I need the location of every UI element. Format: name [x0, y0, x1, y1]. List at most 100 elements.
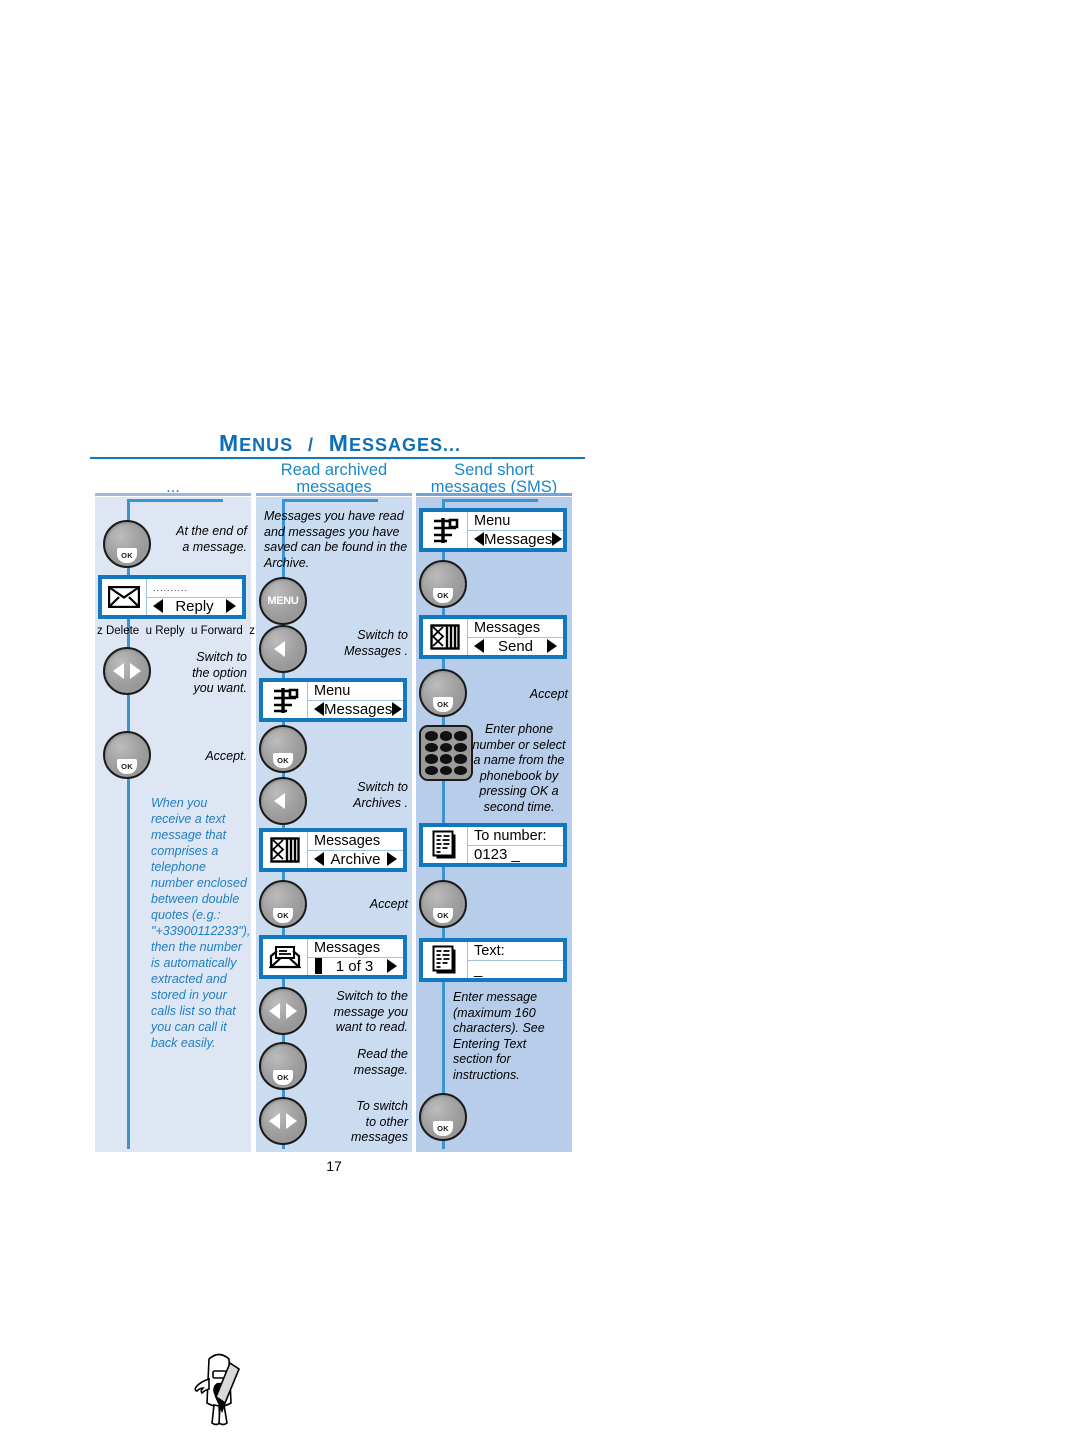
screen-text[interactable]: Text: _ [419, 938, 567, 982]
screen-body: Messages Archive [308, 832, 403, 868]
screen-text-label: Text: [468, 942, 563, 961]
right-arrow-icon [387, 959, 397, 974]
title-word-menus-rest: ENUS [239, 435, 294, 455]
note-accept: Accept [369, 897, 408, 911]
keypad-key [425, 742, 438, 752]
flow-elbow [282, 499, 378, 502]
column-top-rule [416, 493, 572, 496]
screen-menu-line2: Messages [308, 701, 403, 719]
screen-messages-send[interactable]: Messages Send [419, 615, 567, 659]
page-title: MENUS / MESSAGES... [90, 430, 590, 457]
screen-menu-value: Messages [484, 530, 553, 548]
menu-key-icon[interactable]: MENU [259, 577, 307, 625]
screen-to-number-value[interactable]: 0123 _ [468, 846, 563, 863]
screen-reply[interactable]: .......... Reply [98, 575, 246, 619]
screen-messages-count[interactable]: Messages 1 of 3 [259, 935, 407, 979]
ok-key-icon[interactable]: OK [103, 520, 151, 568]
note-enter-message: Enter message (maximum 160 characters). … [453, 990, 545, 1082]
left-arrow-icon [314, 702, 324, 717]
left-arrow-icon [269, 1113, 280, 1129]
ok-key-icon[interactable]: OK [419, 560, 467, 608]
screen-body: .......... Reply [147, 579, 242, 615]
screen-text-value[interactable]: _ [468, 961, 563, 978]
title-word-messages-cap: M [328, 430, 349, 456]
left-arrow-icon [474, 532, 484, 547]
ok-key-icon[interactable]: OK [103, 731, 151, 779]
ok-key-icon[interactable]: OK [419, 1093, 467, 1141]
menu-tree-icon [263, 682, 308, 718]
ok-key-icon[interactable]: OK [259, 880, 307, 928]
note-line: Switch to [196, 650, 247, 664]
right-arrow-icon [226, 599, 236, 614]
left-arrow-icon [113, 663, 124, 679]
option-forward[interactable]: Forward [201, 625, 243, 637]
left-arrow-icon [269, 1003, 280, 1019]
note-line: Archives . [353, 795, 408, 810]
options-marker-left: z [97, 625, 103, 637]
screen-send-line2: Send [468, 638, 563, 656]
note-switch-to-archives: Switch to Archives . [312, 780, 408, 811]
screen-count-line1: Messages [308, 939, 403, 958]
left-arrow-icon [314, 852, 324, 867]
options-sep-2: u [191, 625, 198, 637]
option-delete[interactable]: Delete [106, 625, 139, 637]
open-envelope-icon [263, 939, 308, 975]
keypad-icon[interactable] [419, 725, 473, 781]
note-switch-to-messages: Switch to Messages . [312, 628, 408, 659]
left-right-key-icon[interactable] [259, 1097, 307, 1145]
note-line: At the end of [176, 524, 247, 538]
flow-elbow [127, 499, 223, 502]
ok-key-icon[interactable]: OK [259, 725, 307, 773]
screen-reply-line1: .......... [147, 579, 242, 598]
screen-archive-line2: Archive [308, 851, 403, 869]
keypad-key [454, 742, 467, 752]
ok-key-icon[interactable]: OK [259, 1042, 307, 1090]
title-word-messages-rest: ESSAGES... [348, 435, 461, 455]
mascot-icon [189, 1349, 251, 1431]
left-right-key-icon[interactable] [103, 647, 151, 695]
screen-menu-messages[interactable]: Menu Messages [419, 508, 567, 552]
envelope-icon [102, 579, 147, 615]
note-switch-message: Switch to the message you want to read. [308, 989, 408, 1036]
screen-body: Messages 1 of 3 [308, 939, 403, 975]
note-line: a message. [182, 539, 247, 554]
ok-key-icon[interactable]: OK [419, 669, 467, 717]
archive-box-icon [423, 619, 468, 655]
screen-send-line1: Messages [468, 619, 563, 638]
note-archive-intro: Messages you have read and messages you … [264, 509, 408, 570]
column-top-rule [95, 493, 251, 496]
screen-messages-archive[interactable]: Messages Archive [259, 828, 407, 872]
archive-box-icon [263, 832, 308, 868]
keypad-key [439, 754, 453, 764]
document-icon [423, 827, 468, 863]
note-line: you want. [193, 681, 247, 695]
screen-reply-line2: Reply [147, 598, 242, 616]
keypad-key [439, 742, 453, 752]
options-row: z Delete u Reply u Forward z [97, 625, 255, 637]
screen-menu-messages[interactable]: Menu Messages [259, 678, 407, 722]
note-line: Switch to the [336, 989, 408, 1003]
column-heading-send-sms: Send short messages (SMS) [416, 462, 572, 496]
screen-body: Menu Messages [308, 682, 403, 718]
column-heading-read-archived: Read archived messages [256, 462, 412, 496]
note-enter-phone: Enter phone number or select a name from… [472, 722, 566, 814]
ok-key-icon[interactable]: OK [419, 880, 467, 928]
right-arrow-icon [130, 663, 141, 679]
screen-to-number[interactable]: To number: 0123 _ [419, 823, 567, 867]
document-icon [423, 942, 468, 978]
screen-count-line2: 1 of 3 [308, 958, 403, 976]
option-reply[interactable]: Reply [155, 625, 184, 637]
right-arrow-icon [552, 532, 563, 547]
tip-text: When you receive a text message that com… [151, 796, 251, 1050]
left-key-icon[interactable] [259, 777, 307, 825]
left-key-icon[interactable] [259, 625, 307, 673]
right-arrow-icon [387, 852, 397, 867]
note-end-of-message: At the end of a message. [155, 524, 247, 555]
column-top-rule [256, 493, 412, 496]
left-right-key-icon[interactable] [259, 987, 307, 1035]
screen-text-value-row: _ [468, 961, 563, 979]
keypad-key [454, 765, 467, 775]
note-line: message you [333, 1004, 408, 1019]
note-line: want to read. [335, 1020, 408, 1034]
screen-menu-line2: Messages [468, 531, 563, 549]
